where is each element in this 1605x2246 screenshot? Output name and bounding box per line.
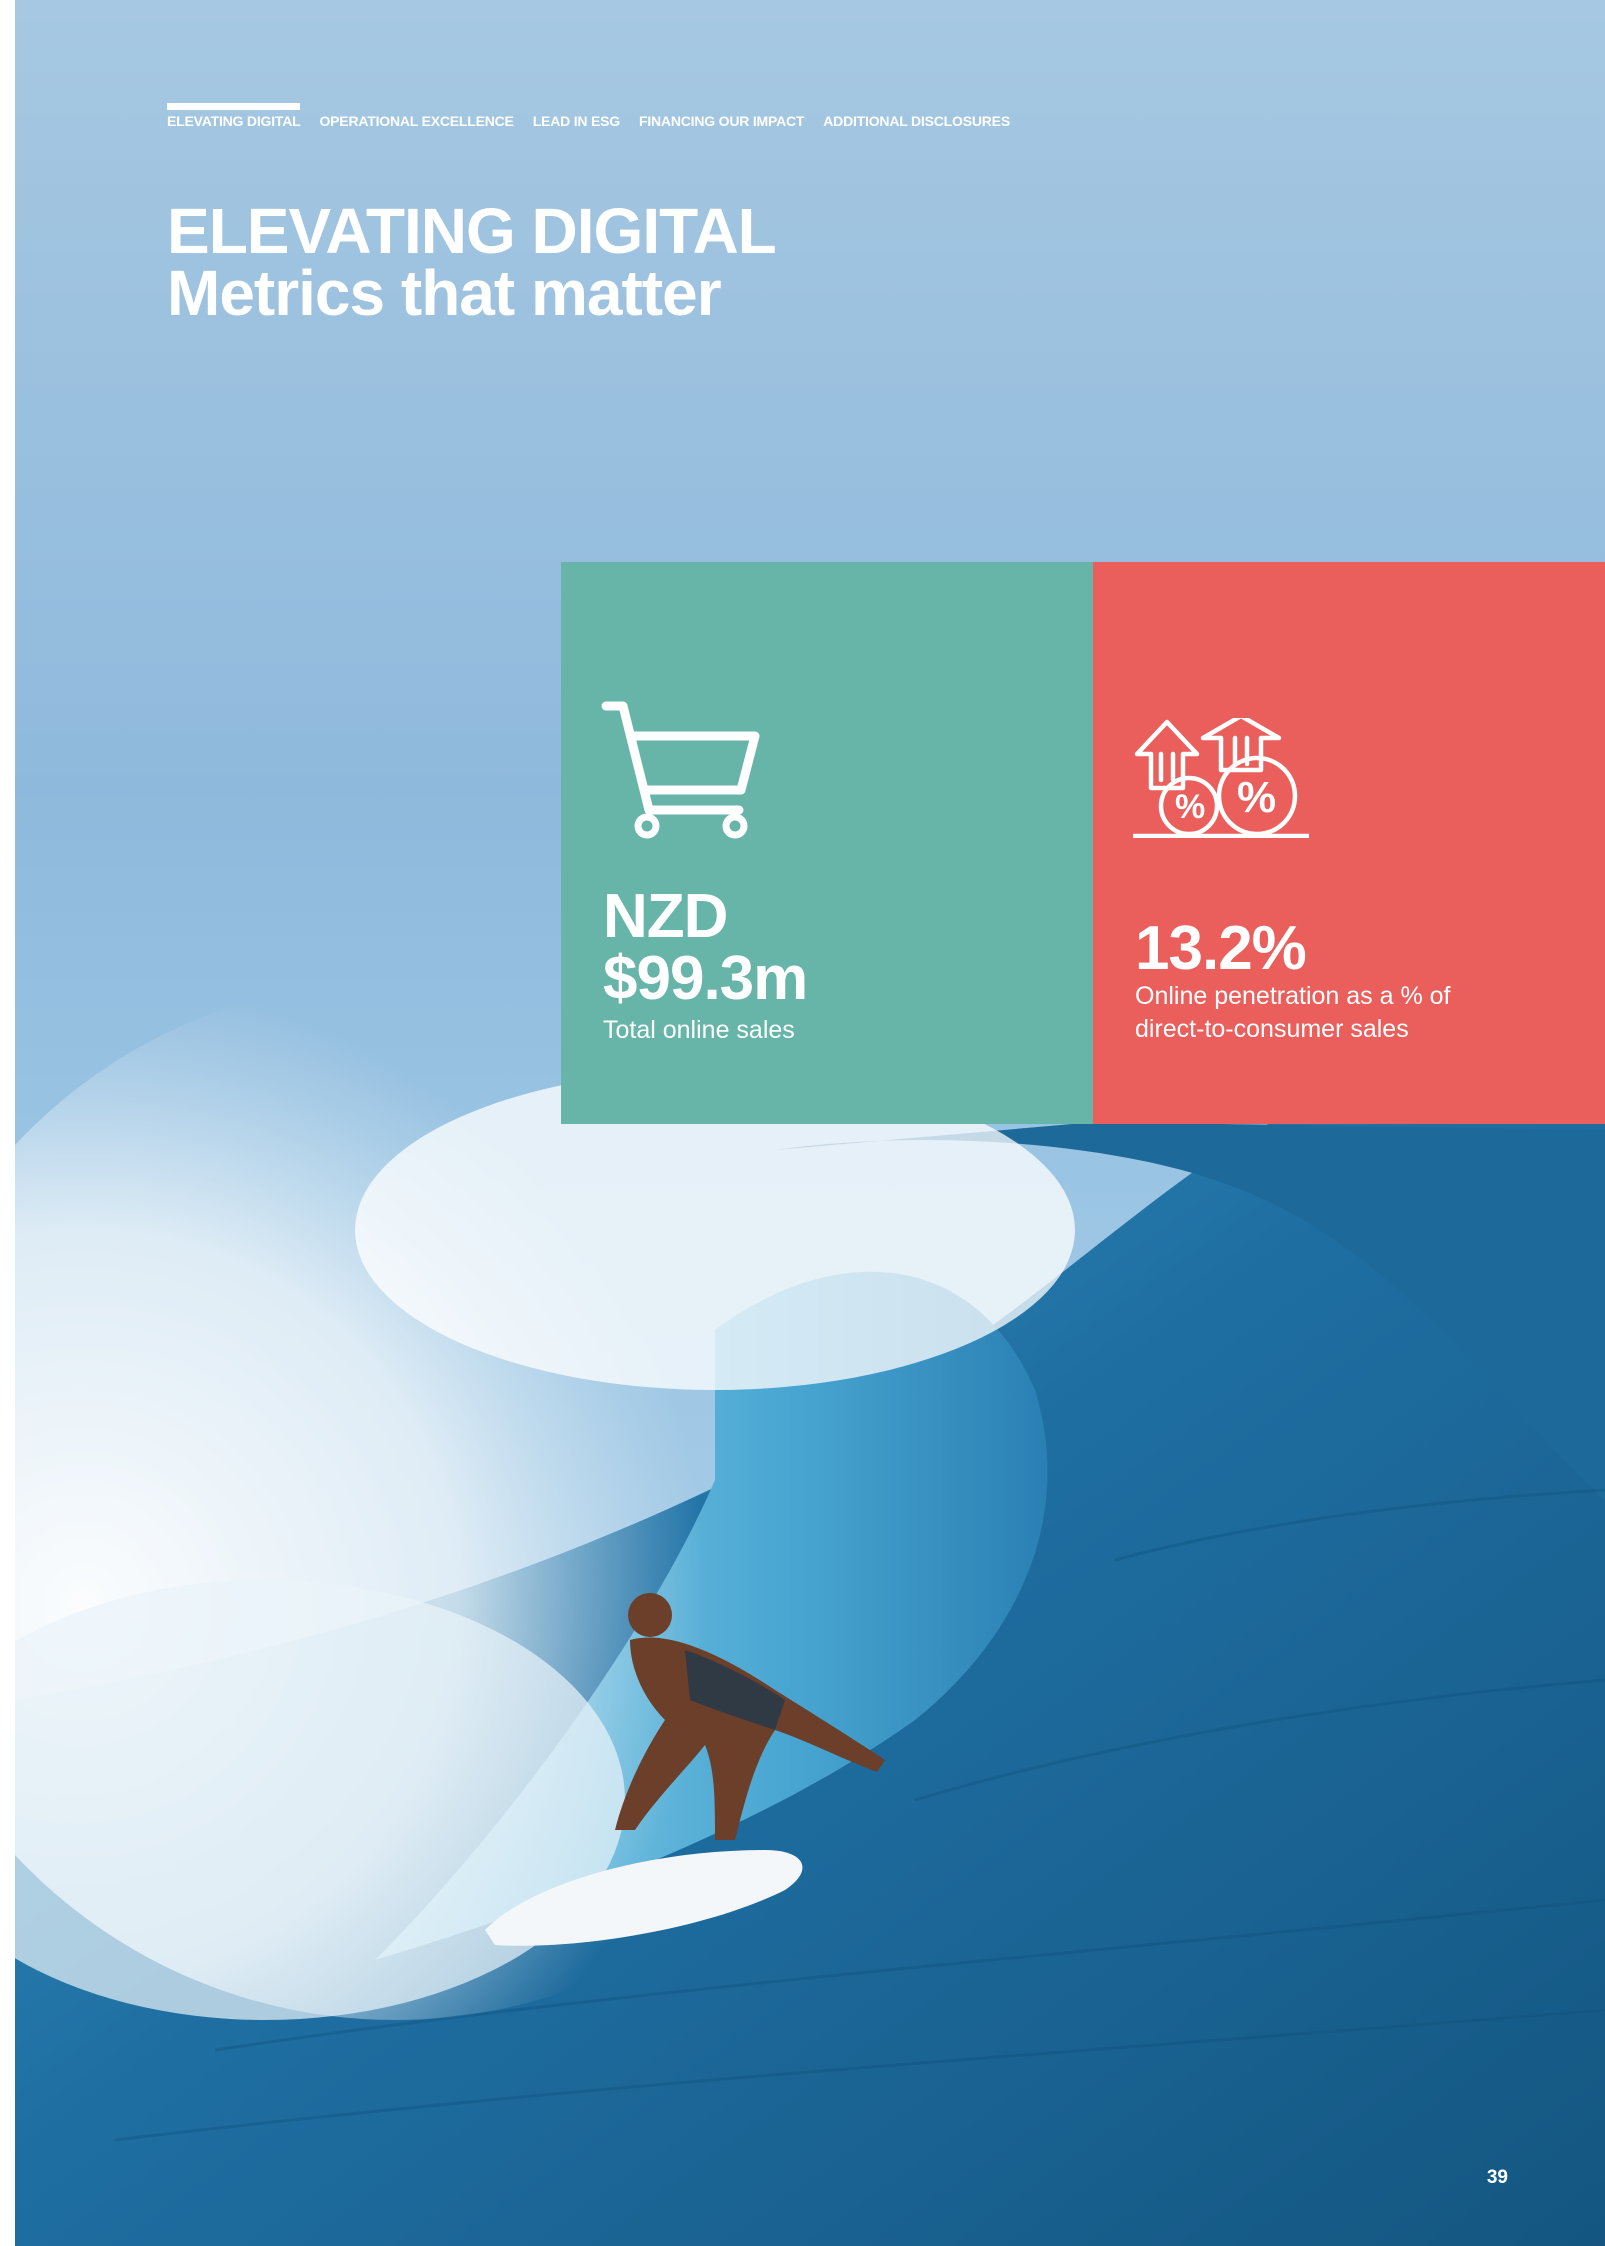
nav-item-operational-excellence[interactable]: OPERATIONAL EXCELLENCE (319, 103, 513, 129)
percent-growth-icon: % % (1133, 718, 1309, 838)
section-nav: ELEVATING DIGITAL OPERATIONAL EXCELLENCE… (167, 103, 1029, 129)
metric-value-currency: NZD (603, 882, 728, 951)
report-page: ELEVATING DIGITAL OPERATIONAL EXCELLENCE… (15, 0, 1605, 2246)
metric-tile-online-sales: NZD $99.3m Total online sales (561, 562, 1093, 1124)
metric-value-online-penetration: 13.2% (1135, 914, 1307, 983)
svg-text:%: % (1175, 788, 1205, 826)
nav-item-elevating-digital[interactable]: ELEVATING DIGITAL (167, 103, 301, 129)
svg-text:%: % (1237, 773, 1276, 822)
page-title: ELEVATING DIGITAL Metrics that matter (167, 195, 777, 329)
metric-caption-online-penetration: Online penetration as a % of direct-to-c… (1135, 982, 1451, 1043)
shopping-cart-icon (601, 701, 760, 839)
metric-caption-online-sales: Total online sales (603, 1016, 795, 1044)
nav-item-financing-our-impact[interactable]: FINANCING OUR IMPACT (639, 103, 804, 129)
metric-value-percent: 13.2% (1135, 914, 1307, 983)
metric-tile-online-penetration: % % 13.2% Online penetration as a % of d… (1093, 562, 1605, 1124)
page-title-line-1: ELEVATING DIGITAL (167, 195, 777, 267)
metric-value-online-sales: NZD $99.3m (603, 882, 808, 1013)
nav-item-additional-disclosures[interactable]: ADDITIONAL DISCLOSURES (823, 103, 1010, 129)
nav-item-lead-in-esg[interactable]: LEAD IN ESG (533, 103, 620, 129)
page-title-line-2: Metrics that matter (167, 257, 722, 329)
page-number: 39 (1486, 2167, 1508, 2188)
metric-value-amount: $99.3m (603, 944, 808, 1013)
